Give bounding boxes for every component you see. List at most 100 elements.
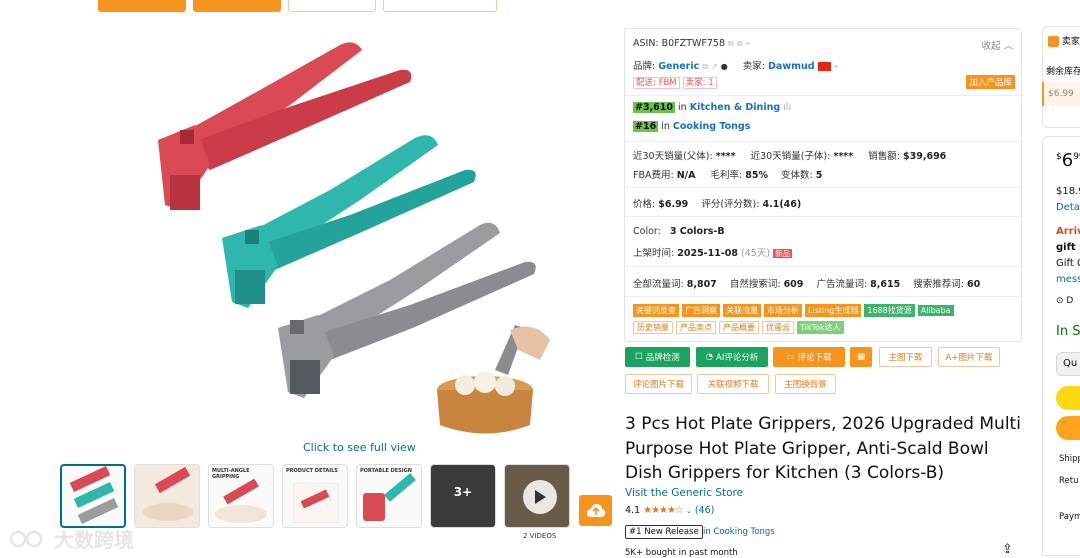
thumbnail-4[interactable]: PRODUCT DETAILS [282, 464, 348, 528]
new-release-badge[interactable]: #1 New Release [625, 525, 703, 539]
tool-tag[interactable]: 产品概要 [719, 321, 759, 334]
rank-row-2: #16 in Cooking Tongs [633, 121, 750, 132]
cloud-upload-button[interactable] [579, 495, 612, 526]
thumbnail-more[interactable]: 3+ [430, 464, 496, 528]
quantity-label: Qu [1063, 358, 1078, 369]
rank-in: in [678, 102, 687, 113]
thumbnail-1[interactable] [60, 464, 126, 528]
main-image-download-button[interactable]: 主图下载 [879, 347, 932, 367]
rank-category-link[interactable]: Cooking Tongs [673, 121, 750, 132]
brand-link[interactable]: Generic [658, 61, 699, 72]
quantity-select[interactable]: Qu [1056, 352, 1080, 376]
rating-number: 4.1 [625, 505, 641, 516]
chart-icon[interactable]: ılı [783, 102, 791, 113]
tool-tag[interactable]: Alibaba [917, 305, 954, 316]
sales-parent-value: **** [715, 151, 736, 162]
main-product-image[interactable] [140, 30, 570, 442]
tool-tag[interactable]: 市场分析 [764, 304, 802, 317]
rating-count-link[interactable]: (46) [695, 505, 715, 516]
location-icon[interactable]: ⌖ [746, 39, 751, 48]
thumbnail-2[interactable] [134, 464, 200, 528]
chevron-down-icon[interactable]: ⌄ [686, 507, 692, 515]
top-button-3[interactable] [288, 0, 376, 12]
bought-count: 5K+ bought in past month [625, 548, 738, 558]
copy-icon[interactable]: ⧉ [728, 39, 734, 48]
brand-row: 品牌: Generic ⧉ ↗ ● 卖家: Dawmud ⌖ [633, 58, 838, 72]
top-button-2[interactable] [193, 0, 281, 12]
seller-link[interactable]: Dawmud [768, 61, 815, 72]
tool-tag[interactable]: TikTok达人 [797, 321, 844, 334]
tool-tag[interactable]: 产品卖点 [676, 321, 716, 334]
kw-total-value: 8,807 [686, 279, 717, 290]
tool-tag[interactable]: 关联流量 [723, 304, 761, 317]
seller-logo-icon [1048, 36, 1059, 47]
ai-review-button[interactable]: ◔ AI评论分析 [696, 347, 768, 367]
tool-tag[interactable]: Listing生成器 [805, 304, 862, 317]
variants-label: 变体数: [781, 170, 813, 181]
deliver-row[interactable]: ⊙ D [1056, 296, 1073, 306]
copy-icon[interactable]: ⧉ [737, 39, 743, 48]
copy-icon[interactable]: ⧉ [702, 62, 708, 71]
collapse-toggle[interactable]: 收起 ︿ [981, 38, 1013, 52]
details-link[interactable]: Deta [1056, 202, 1080, 213]
play-icon[interactable] [523, 480, 557, 514]
kw-ad-label: 广告流量词: [816, 279, 868, 290]
buy-box-price: $$6699 [1056, 150, 1080, 171]
price-cents: 99 [1073, 152, 1080, 162]
tool-tag[interactable]: 1688找货源 [864, 304, 915, 317]
price-value: $6.99 [658, 199, 689, 210]
list-price: $18.9 [1056, 186, 1080, 197]
seller-tag-label: 卖家 [1061, 37, 1080, 47]
review-download-label: 评论下载 [797, 353, 832, 363]
message-link[interactable]: mess [1056, 274, 1080, 285]
external-link-icon[interactable]: ↗ [711, 62, 718, 71]
rating-label: 评分(评分数): [701, 199, 760, 210]
buy-box [1042, 136, 1080, 556]
tool-tag[interactable]: 历史销量 [633, 321, 673, 334]
chevron-up-icon: ︿ [1003, 41, 1013, 52]
listed-days: (45天) [741, 248, 771, 259]
buy-now-button[interactable] [1056, 416, 1080, 440]
videos-count-label: 2 VIDEOS [523, 532, 557, 540]
rating-value: 4.1(46) [762, 199, 802, 210]
top-button-4[interactable] [383, 0, 497, 12]
location-icon[interactable]: ⌖ [834, 62, 839, 71]
teal-gripper-illustration [222, 135, 476, 308]
ships-from-label: Shipp [1059, 454, 1080, 464]
tool-tag[interactable]: 优蛋云 [762, 321, 794, 334]
collapse-label: 收起 [981, 41, 1001, 52]
see-full-view-link[interactable]: Click to see full view [303, 441, 416, 454]
product-info-panel: ASIN: B0FZTWF758 ⧉ ⧉ ⌖ 收起 ︿ 品牌: Generic … [624, 28, 1022, 342]
aplus-image-download-button[interactable]: A+图片下载 [938, 347, 1000, 367]
listed-label: 上架时间: [633, 248, 675, 259]
top-button-1[interactable] [98, 0, 186, 12]
fulfilment-tags: 配送: FBM 卖家: 1 [633, 76, 717, 89]
listed-row: 上架时间: 2025-11-08 (45天) 新品 [633, 245, 793, 259]
store-link[interactable]: Visit the Generic Store [625, 487, 743, 499]
color-value: 3 Colors-B [669, 226, 725, 237]
thumbnail-3[interactable]: MULTI-ANGLE GRIPPING [208, 464, 274, 528]
main-image-background-button[interactable]: 主图换背景 [775, 374, 836, 394]
star-rating-icon[interactable]: ★★★★☆ [643, 505, 684, 516]
related-video-download-button[interactable]: 关联视频下载 [697, 374, 769, 394]
new-release-category-link[interactable]: in Cooking Tongs [703, 527, 775, 537]
add-to-cart-button[interactable] [1056, 386, 1080, 410]
brand-check-button[interactable]: ☐ 品牌检测 [625, 347, 690, 367]
thumbnail-5[interactable]: PORTABLE DESIGN [356, 464, 422, 528]
tiktok-icon[interactable]: ● [721, 62, 728, 71]
thumbnail-video[interactable] [504, 464, 570, 528]
brand-check-label: 品牌检测 [645, 353, 680, 363]
watermark-text: 大数跨境 [54, 528, 134, 552]
fba-label: FBA费用: [633, 170, 674, 181]
add-to-library-button[interactable]: 加入产品库 [966, 75, 1015, 89]
review-image-download-button[interactable]: 评论图片下载 [625, 374, 692, 394]
returns-label: Retu [1059, 476, 1079, 486]
tool-tag[interactable]: 关键词反查 [633, 304, 679, 317]
cloud-upload-icon [586, 503, 605, 517]
share-icon[interactable]: ⇪ [1002, 542, 1013, 557]
stock-label: 剩余库存 [1046, 67, 1080, 77]
calculator-button[interactable]: ▦ [850, 347, 872, 367]
tool-tag[interactable]: 广告洞察 [682, 304, 720, 317]
rank-category-link[interactable]: Kitchen & Dining [690, 102, 780, 113]
review-download-button[interactable]: ▭ 评论下载 [773, 347, 845, 367]
